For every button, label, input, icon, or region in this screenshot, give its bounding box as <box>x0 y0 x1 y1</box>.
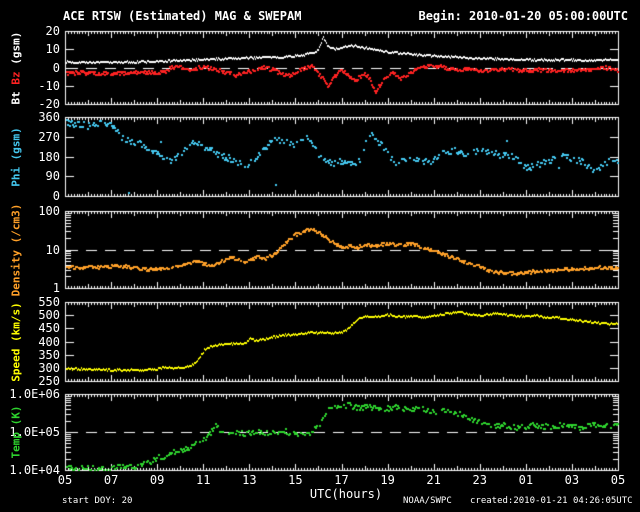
y-axis-title-part: Bz <box>9 70 23 91</box>
x-tick-label: 19 <box>380 473 395 487</box>
y-axis-title-part: Density (/cm3) <box>9 203 23 296</box>
x-tick-label: 23 <box>472 473 487 487</box>
begin-timestamp: Begin: 2010-01-20 05:00:00UTC <box>418 9 628 23</box>
y-tick-label: 0 <box>52 189 60 203</box>
x-tick-label: 09 <box>149 473 165 487</box>
y-tick-label: 1.0E+06 <box>9 387 60 401</box>
y-axis-title: Phi (gsm) <box>9 126 23 187</box>
y-axis-title-part: Phi (gsm) <box>9 126 23 187</box>
agency-label: NOAA/SWPC <box>403 496 452 506</box>
start-doy-label: start DOY: 20 <box>62 496 133 506</box>
x-tick-label: 07 <box>103 473 119 487</box>
x-tick-label: 21 <box>426 473 441 487</box>
y-axis-title-part: Bt <box>9 90 23 104</box>
x-tick-label: 17 <box>334 473 349 487</box>
ace-rtsw-chart: ACE RTSW (Estimated) MAG & SWEPAM Begin:… <box>0 0 640 512</box>
x-tick-label: 15 <box>288 473 303 487</box>
x-tick-label: 05 <box>57 473 73 487</box>
x-tick-label: 05 <box>610 473 626 487</box>
y-tick-label: 360 <box>38 110 60 124</box>
created-timestamp: created:2010-01-21 04:26:05UTC <box>470 496 633 506</box>
x-tick-label: 11 <box>196 473 211 487</box>
y-axis-title-part: (gsm) <box>9 31 23 71</box>
x-tick-label: 13 <box>242 473 257 487</box>
y-axis-title: Temp (K) <box>9 405 23 459</box>
x-tick-label: 01 <box>518 473 534 487</box>
plot-canvas <box>0 0 640 512</box>
y-axis-title: Speed (km/s) <box>9 301 23 382</box>
y-axis-title: Bt Bz (gsm) <box>9 31 23 104</box>
y-axis-title-part: Speed (km/s) <box>9 301 23 382</box>
x-axis-title: UTC(hours) <box>309 487 383 501</box>
y-axis-title: Density (/cm3) <box>9 203 23 296</box>
x-tick-label: 03 <box>564 473 580 487</box>
y-axis-title-part: Temp (K) <box>9 405 23 459</box>
chart-title: ACE RTSW (Estimated) MAG & SWEPAM <box>63 9 302 23</box>
